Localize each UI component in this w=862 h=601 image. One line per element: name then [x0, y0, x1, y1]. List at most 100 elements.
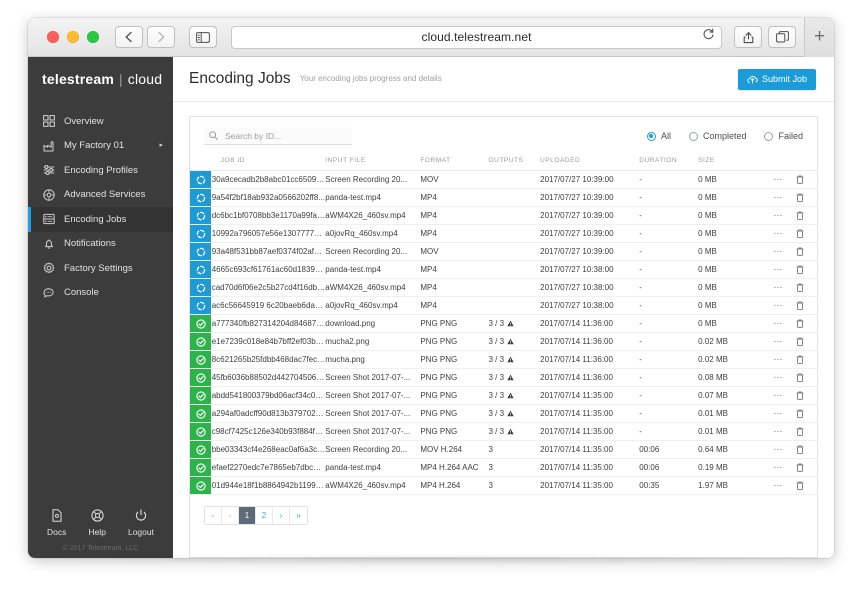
table-row[interactable]: c98cf7425c126e340b93f884fc0... Screen Sho… — [190, 422, 817, 441]
maximize-window-button[interactable] — [87, 31, 99, 43]
table-row[interactable]: 01d944e18f1b8864942b11994f... aWM4X26_460… — [190, 476, 817, 495]
search-box[interactable] — [204, 127, 352, 145]
row-delete-button[interactable] — [796, 391, 804, 400]
row-more-button[interactable]: ⋯ — [773, 391, 783, 400]
cell-duration: - — [639, 278, 699, 297]
row-more-button[interactable]: ⋯ — [773, 229, 783, 238]
cell-duration: - — [639, 242, 699, 261]
row-more-button[interactable]: ⋯ — [773, 355, 783, 364]
table-row[interactable]: ac6c56645919 6c20baeb6da37c... a0jovRq_46… — [190, 296, 817, 315]
footer-item-docs[interactable]: Docs — [47, 508, 66, 537]
sidebar-item-notifications[interactable]: Notifications — [28, 232, 173, 257]
table-row[interactable]: 10992a796057e56e1307777d4... a0jovRq_460s… — [190, 224, 817, 243]
row-more-button[interactable]: ⋯ — [773, 283, 783, 292]
table-row[interactable]: e1e7239c018e84b7bff2ef03b0... mucha2.png P… — [190, 332, 817, 351]
row-delete-button[interactable] — [796, 193, 804, 202]
row-more-button[interactable]: ⋯ — [773, 337, 783, 346]
row-more-button[interactable]: ⋯ — [773, 211, 783, 220]
page-button-»[interactable]: » — [290, 507, 307, 524]
grid-icon — [42, 115, 55, 128]
minimize-window-button[interactable] — [67, 31, 79, 43]
table-row[interactable]: 9a54f2bf18ab932a0566202ff8... panda-test.… — [190, 188, 817, 207]
table-row[interactable]: a294af0adcff90d813b3797022... Screen Shot… — [190, 404, 817, 423]
table-row[interactable]: 8c621265b25fdbb468dac7fec7... mucha.png PN… — [190, 350, 817, 369]
sidebar-item-encoding-jobs[interactable]: Encoding Jobs — [28, 207, 173, 232]
row-delete-button[interactable] — [796, 283, 804, 292]
row-more-button[interactable]: ⋯ — [773, 265, 783, 274]
back-button[interactable] — [115, 26, 143, 48]
status-complete-icon — [190, 315, 211, 332]
row-delete-button[interactable] — [796, 247, 804, 256]
row-more-button[interactable]: ⋯ — [773, 175, 783, 184]
sidebar-toggle-button[interactable] — [189, 26, 217, 48]
table-row[interactable]: 30a9cecadb2b8abc01cc650928... Screen Reco… — [190, 170, 817, 189]
row-more-button[interactable]: ⋯ — [773, 427, 783, 436]
footer-item-help[interactable]: Help — [88, 508, 106, 537]
row-more-button[interactable]: ⋯ — [773, 463, 783, 472]
row-delete-button[interactable] — [796, 175, 804, 184]
row-more-button[interactable]: ⋯ — [773, 481, 783, 490]
filter-label: Completed — [702, 131, 747, 141]
table-row[interactable]: 45fb6036b88502d4427045069... Screen Shot … — [190, 368, 817, 387]
row-more-button[interactable]: ⋯ — [773, 247, 783, 256]
cell-size: 0.08 MB — [698, 368, 768, 387]
status-complete-icon — [190, 441, 211, 458]
sidebar-item-encoding-profiles[interactable]: Encoding Profiles — [28, 158, 173, 183]
table-row[interactable]: 93a48f531bb87aef0374f02afe0... Screen Rec… — [190, 242, 817, 261]
row-delete-button[interactable] — [796, 463, 804, 472]
new-tab-button[interactable]: + — [804, 18, 834, 57]
table-row[interactable]: 4665c693cf61761ac60d183933... panda-test.… — [190, 260, 817, 279]
row-delete-button[interactable] — [796, 337, 804, 346]
row-delete-button[interactable] — [796, 229, 804, 238]
row-delete-button[interactable] — [796, 427, 804, 436]
row-more-button[interactable]: ⋯ — [773, 301, 783, 310]
table-row[interactable]: efaef2270edc7e7865eb7dbc90... panda-test.… — [190, 458, 817, 477]
search-input[interactable] — [223, 129, 347, 142]
row-delete-button[interactable] — [796, 373, 804, 382]
row-more-button[interactable]: ⋯ — [773, 193, 783, 202]
sidebar-item-my-factory-01[interactable]: My Factory 01 ▸ — [28, 134, 173, 159]
submit-job-button[interactable]: Submit Job — [737, 68, 816, 90]
cell-actions: ⋯ — [767, 368, 817, 387]
filter-radio-failed[interactable]: Failed — [764, 131, 803, 141]
row-more-button[interactable]: ⋯ — [773, 319, 783, 328]
jobs-table: JOB ID INPUT FILE FORMAT OUTPUTS UPLOADE… — [190, 153, 817, 495]
table-row[interactable]: a777340fb827314204d846870... download.png… — [190, 314, 817, 333]
row-delete-button[interactable] — [796, 265, 804, 274]
filter-radio-all[interactable]: All — [646, 131, 671, 141]
row-delete-button[interactable] — [796, 355, 804, 364]
row-more-button[interactable]: ⋯ — [773, 373, 783, 382]
show-tabs-button[interactable] — [768, 26, 796, 48]
address-bar[interactable]: cloud.telestream.net — [231, 25, 722, 49]
table-row[interactable]: bbe03343cf4e268eac0af6a3ce... Screen Reco… — [190, 440, 817, 459]
power-icon — [133, 508, 148, 523]
table-row[interactable]: dc6bc1bf0708bb3e1170a99fa0... aWM4X26_460… — [190, 206, 817, 225]
row-delete-button[interactable] — [796, 481, 804, 490]
row-more-button[interactable]: ⋯ — [773, 445, 783, 454]
forward-button[interactable] — [147, 26, 175, 48]
row-more-button[interactable]: ⋯ — [773, 409, 783, 418]
table-row[interactable]: cad70d6f06e2c5b27cd4f16db2... aWM4X26_460… — [190, 278, 817, 297]
status-complete-icon — [190, 369, 211, 386]
sidebar-item-overview[interactable]: Overview — [28, 109, 173, 134]
row-delete-button[interactable] — [796, 211, 804, 220]
jobs-table-header: JOB ID INPUT FILE FORMAT OUTPUTS UPLOADE… — [190, 153, 817, 171]
page-button-1[interactable]: 1 — [239, 507, 256, 524]
row-delete-button[interactable] — [796, 319, 804, 328]
row-delete-button[interactable] — [796, 445, 804, 454]
filter-radio-completed[interactable]: Completed — [688, 131, 747, 141]
sidebar-item-factory-settings[interactable]: Factory Settings — [28, 256, 173, 281]
sidebar-item-advanced-services[interactable]: Advanced Services — [28, 183, 173, 208]
reload-icon[interactable] — [702, 28, 715, 46]
footer-item-logout[interactable]: Logout — [128, 508, 154, 537]
share-button[interactable] — [734, 26, 762, 48]
help-icon — [90, 508, 105, 523]
page-button-›[interactable]: › — [273, 507, 290, 524]
row-delete-button[interactable] — [796, 301, 804, 310]
close-window-button[interactable] — [47, 31, 59, 43]
footer-item-label: Docs — [47, 527, 67, 537]
page-button-2[interactable]: 2 — [256, 507, 273, 524]
sidebar-item-console[interactable]: Console — [28, 281, 173, 306]
table-row[interactable]: abdd541800379bd06acf34c0b... Screen Shot … — [190, 386, 817, 405]
row-delete-button[interactable] — [796, 409, 804, 418]
